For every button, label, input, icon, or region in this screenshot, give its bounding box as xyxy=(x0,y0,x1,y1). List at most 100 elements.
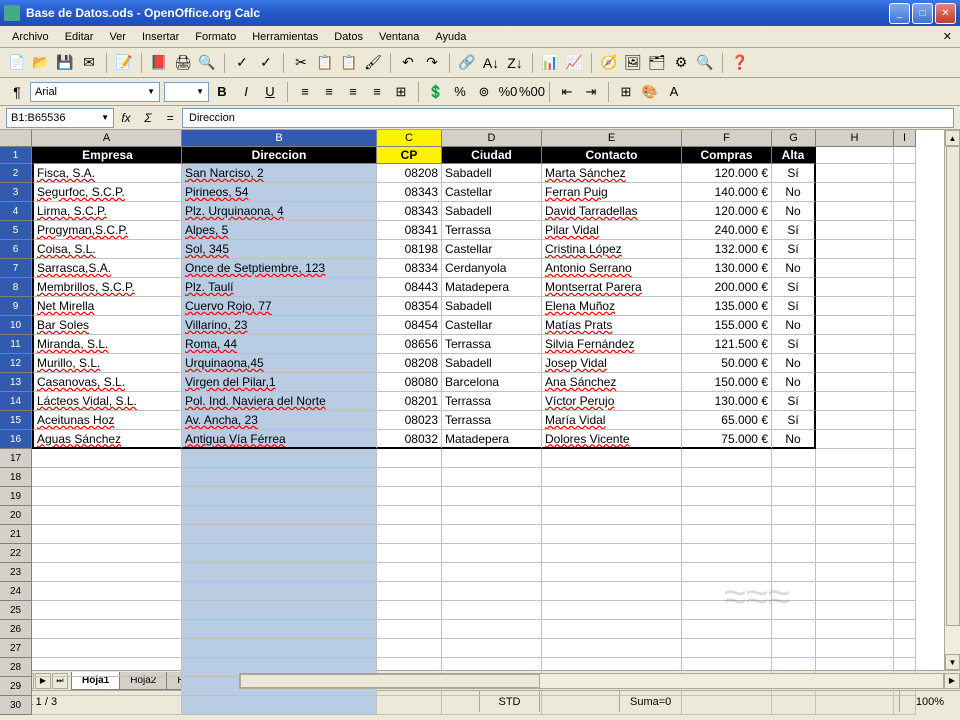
preview-icon[interactable]: 🔍 xyxy=(196,52,218,74)
cell[interactable]: Pirineos, 54 xyxy=(182,183,377,202)
cell[interactable] xyxy=(894,525,916,544)
cell[interactable] xyxy=(32,677,182,696)
cell[interactable]: Lirma, S.C.P. xyxy=(32,202,182,221)
col-header-F[interactable]: F xyxy=(682,130,772,147)
cell[interactable]: Murillo, S.L. xyxy=(32,354,182,373)
cell[interactable] xyxy=(816,506,894,525)
cell[interactable] xyxy=(377,525,442,544)
align-right-icon[interactable]: ≡ xyxy=(342,81,364,103)
cell[interactable] xyxy=(816,354,894,373)
row-header-20[interactable]: 20 xyxy=(0,506,32,525)
row-header-4[interactable]: 4 xyxy=(0,202,32,221)
cell[interactable] xyxy=(894,202,916,221)
cell[interactable] xyxy=(442,563,542,582)
help-icon[interactable]: ❓ xyxy=(729,52,751,74)
cell[interactable] xyxy=(182,582,377,601)
cut-icon[interactable]: ✂ xyxy=(290,52,312,74)
cell[interactable] xyxy=(894,582,916,601)
cell[interactable] xyxy=(894,240,916,259)
cell[interactable]: Miranda, S.L. xyxy=(32,335,182,354)
chart-icon[interactable]: 📊 xyxy=(539,52,561,74)
cell[interactable] xyxy=(772,449,816,468)
cell[interactable]: 08080 xyxy=(377,373,442,392)
cell[interactable] xyxy=(894,335,916,354)
cell[interactable] xyxy=(772,468,816,487)
cell[interactable] xyxy=(377,696,442,715)
scroll-down-icon[interactable]: ▼ xyxy=(945,654,960,670)
cell[interactable] xyxy=(182,449,377,468)
cell[interactable]: Sí xyxy=(772,335,816,354)
cell[interactable] xyxy=(772,582,816,601)
cell[interactable] xyxy=(816,620,894,639)
cell[interactable]: Matías Prats xyxy=(542,316,682,335)
table-header[interactable]: Contacto xyxy=(542,147,682,164)
cell[interactable] xyxy=(816,373,894,392)
cell[interactable] xyxy=(377,468,442,487)
cell[interactable]: Marta Sánchez xyxy=(542,164,682,183)
dec-del-icon[interactable]: %00 xyxy=(521,81,543,103)
dec-add-icon[interactable]: %0 xyxy=(497,81,519,103)
cell[interactable] xyxy=(442,639,542,658)
align-center-icon[interactable]: ≡ xyxy=(318,81,340,103)
row-header-8[interactable]: 8 xyxy=(0,278,32,297)
row-header-25[interactable]: 25 xyxy=(0,601,32,620)
maximize-button[interactable]: □ xyxy=(912,3,933,24)
cell[interactable]: Aceitunas Hoz xyxy=(32,411,182,430)
gallery-icon[interactable]: 🖼 xyxy=(622,52,644,74)
cell[interactable] xyxy=(182,601,377,620)
row-header-17[interactable]: 17 xyxy=(0,449,32,468)
cell[interactable] xyxy=(772,601,816,620)
cell[interactable]: 120.000 € xyxy=(682,202,772,221)
cell[interactable] xyxy=(377,487,442,506)
cell[interactable]: 08208 xyxy=(377,354,442,373)
fx-icon[interactable]: fx xyxy=(116,108,136,128)
cell[interactable] xyxy=(377,449,442,468)
cell[interactable] xyxy=(816,392,894,411)
cell[interactable] xyxy=(894,392,916,411)
cell[interactable]: Casanovas, S.L. xyxy=(32,373,182,392)
hyperlink-icon[interactable]: 🔗 xyxy=(456,52,478,74)
pdf-icon[interactable]: 📕 xyxy=(148,52,170,74)
navigator-icon[interactable]: 🧭 xyxy=(598,52,620,74)
row-header-1[interactable]: 1 xyxy=(0,147,32,164)
cell[interactable] xyxy=(894,601,916,620)
cell[interactable] xyxy=(816,316,894,335)
cell[interactable]: San Narciso, 2 xyxy=(182,164,377,183)
row-header-10[interactable]: 10 xyxy=(0,316,32,335)
cell[interactable]: Sí xyxy=(772,240,816,259)
cell[interactable]: 135.000 € xyxy=(682,297,772,316)
gear-icon[interactable]: ⚙ xyxy=(670,52,692,74)
cell[interactable]: 08343 xyxy=(377,202,442,221)
styles-icon[interactable]: ¶ xyxy=(6,81,28,103)
font-size-combo[interactable]: ▼ xyxy=(164,82,209,102)
cell[interactable]: Sí xyxy=(772,278,816,297)
row-header-6[interactable]: 6 xyxy=(0,240,32,259)
menu-editar[interactable]: Editar xyxy=(57,29,102,45)
cell[interactable]: 155.000 € xyxy=(682,316,772,335)
cell[interactable] xyxy=(682,525,772,544)
cell[interactable]: 08201 xyxy=(377,392,442,411)
cell[interactable]: Virgen del Pilar,1 xyxy=(182,373,377,392)
row-header-30[interactable]: 30 xyxy=(0,696,32,715)
col-header-B[interactable]: B xyxy=(182,130,377,147)
cell[interactable]: Dolores Vicente xyxy=(542,430,682,449)
cell[interactable] xyxy=(682,601,772,620)
equals-icon[interactable]: = xyxy=(160,108,180,128)
row-header-24[interactable]: 24 xyxy=(0,582,32,601)
print-icon[interactable]: 🖨 xyxy=(172,52,194,74)
cell[interactable] xyxy=(682,544,772,563)
row-header-22[interactable]: 22 xyxy=(0,544,32,563)
row-header-13[interactable]: 13 xyxy=(0,373,32,392)
bgcolor-icon[interactable]: 🎨 xyxy=(639,81,661,103)
cell[interactable]: 130.000 € xyxy=(682,259,772,278)
zoom-icon[interactable]: 🔍 xyxy=(694,52,716,74)
row-header-12[interactable]: 12 xyxy=(0,354,32,373)
menu-herramientas[interactable]: Herramientas xyxy=(244,29,326,45)
cell[interactable]: Matadepera xyxy=(442,278,542,297)
cell[interactable] xyxy=(32,639,182,658)
cell[interactable] xyxy=(182,563,377,582)
select-all-corner[interactable] xyxy=(0,130,32,147)
cell[interactable] xyxy=(32,468,182,487)
cell[interactable]: 132.000 € xyxy=(682,240,772,259)
cell[interactable] xyxy=(894,639,916,658)
